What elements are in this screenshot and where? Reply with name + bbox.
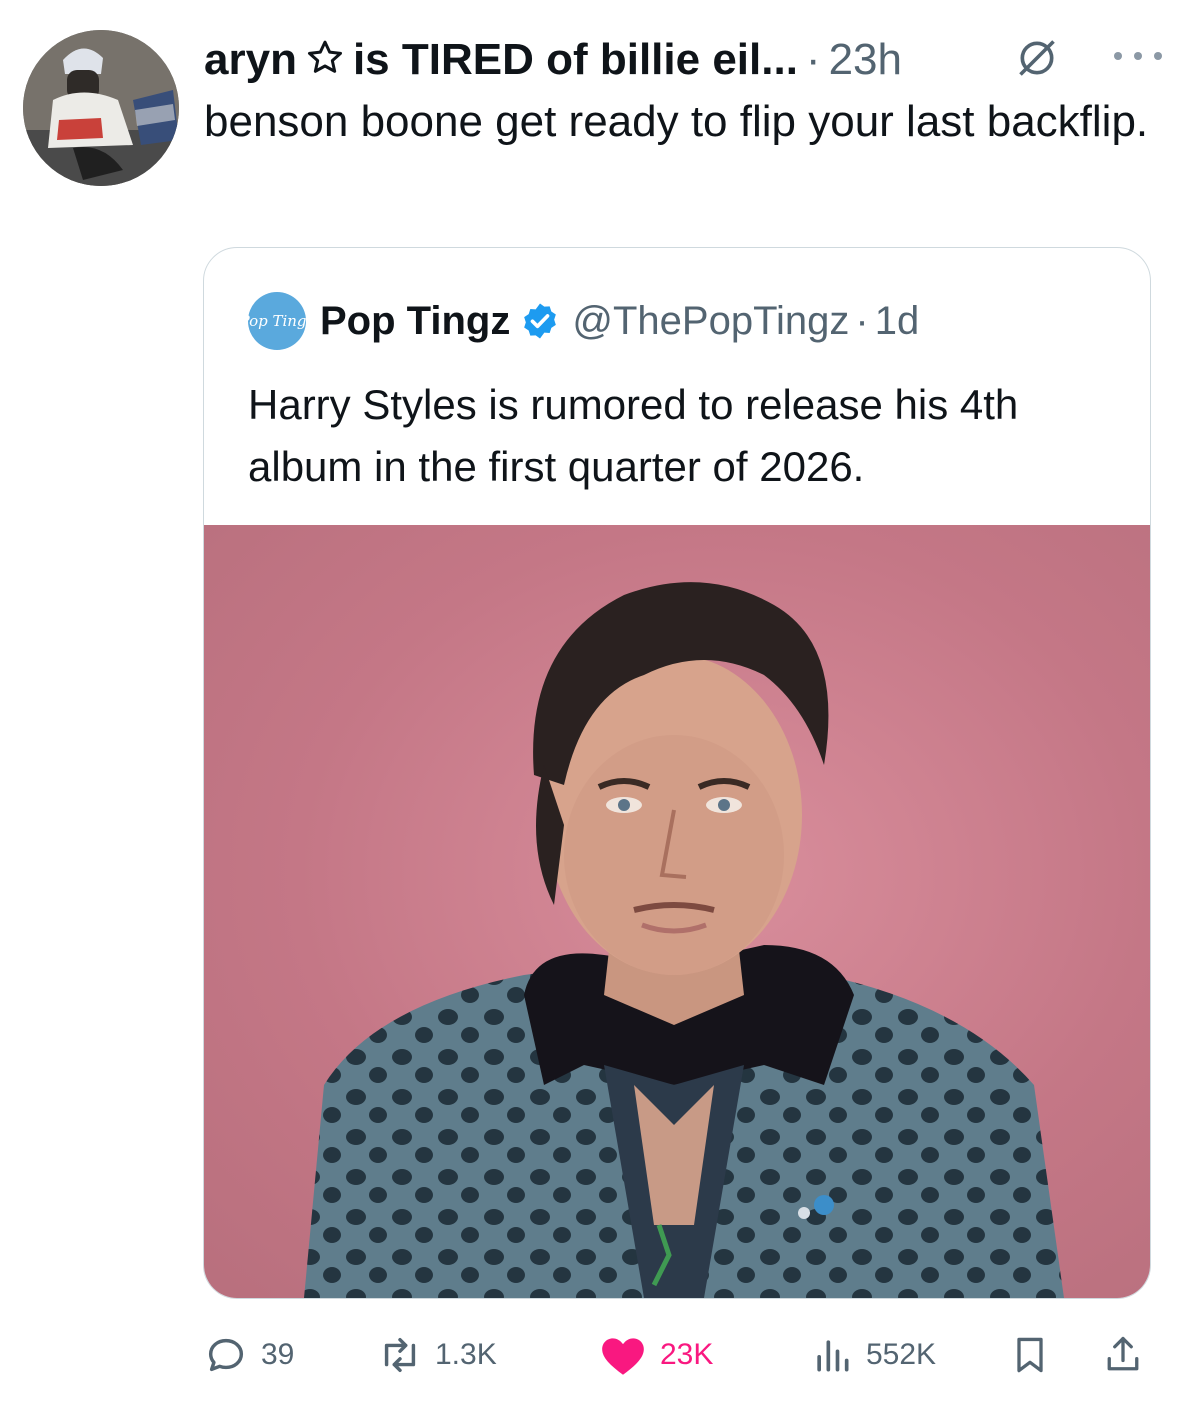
star-icon — [299, 35, 351, 85]
more-icon[interactable] — [1110, 48, 1166, 64]
quoted-post[interactable]: Pop Tingz Pop Tingz @ThePopTingz · 1d Ha… — [203, 247, 1151, 1299]
post-time[interactable]: 23h — [829, 35, 902, 85]
reply-button[interactable]: 39 — [203, 1330, 294, 1380]
verified-icon — [524, 303, 557, 339]
grok-icon[interactable] — [1015, 36, 1059, 80]
quoted-avatar-logo-text: Pop Tingz — [239, 312, 315, 330]
reply-count: 39 — [261, 1338, 295, 1371]
bookmark-button[interactable] — [1008, 1330, 1064, 1380]
views-icon — [817, 1340, 849, 1372]
post-text: benson boone get ready to flip your last… — [204, 97, 1149, 146]
repost-count: 1.3K — [435, 1338, 497, 1371]
heart-icon — [602, 1338, 644, 1375]
like-count: 23K — [660, 1338, 714, 1371]
quoted-handle[interactable]: @ThePopTingz — [572, 299, 849, 344]
post-header: aryn is TIRED of billie eil... · 23h — [204, 30, 902, 90]
views-button[interactable]: 552K — [810, 1330, 936, 1380]
quoted-author-avatar[interactable]: Pop Tingz — [240, 292, 314, 350]
quoted-separator: · — [855, 298, 869, 343]
quoted-post-image[interactable] — [204, 525, 1150, 1298]
share-button[interactable] — [1101, 1330, 1157, 1380]
display-name[interactable]: aryn — [204, 35, 297, 85]
share-icon — [1107, 1336, 1139, 1371]
author-avatar[interactable] — [23, 30, 179, 186]
quoted-post-header: Pop Tingz Pop Tingz @ThePopTingz · 1d — [240, 292, 920, 350]
quoted-time[interactable]: 1d — [875, 299, 920, 344]
bookmark-icon — [1017, 1337, 1043, 1373]
quoted-display-name[interactable]: Pop Tingz — [320, 299, 510, 344]
quoted-post-text: Harry Styles is rumored to release his 4… — [248, 381, 1019, 490]
repost-button[interactable]: 1.3K — [377, 1330, 497, 1380]
views-count: 552K — [866, 1338, 937, 1371]
like-button[interactable]: 23K — [598, 1330, 713, 1380]
repost-icon — [384, 1337, 416, 1373]
reply-icon — [208, 1338, 244, 1372]
display-name-suffix[interactable]: is TIRED of billie eil... — [353, 35, 798, 85]
action-bar: 39 1.3K 23K 552K — [203, 1330, 1149, 1380]
separator-dot: · — [805, 35, 821, 84]
